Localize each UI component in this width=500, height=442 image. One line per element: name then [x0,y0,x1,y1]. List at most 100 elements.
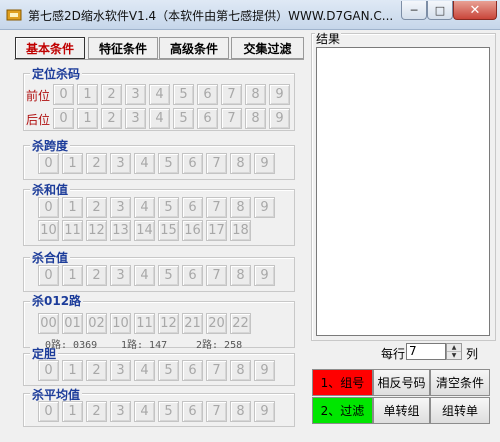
front-digit-button-2[interactable]: 2 [101,84,122,105]
single-to-group-button[interactable]: 单转组 [373,397,430,424]
avg-digit-button-2[interactable]: 2 [86,401,107,422]
front-digit-button-3[interactable]: 3 [125,84,146,105]
road-combo-button-4[interactable]: 11 [134,313,155,334]
span-digit-button-9[interactable]: 9 [254,153,275,174]
sum-digit2-button-6[interactable]: 16 [182,220,203,241]
avg-digit-button-3[interactable]: 3 [110,401,131,422]
road-combo-button-5[interactable]: 12 [158,313,179,334]
spin-up-icon[interactable]: ▲ [447,344,461,352]
sum-digit2-button-7[interactable]: 17 [206,220,227,241]
back-digit-button-7[interactable]: 7 [221,108,242,129]
combined-digit-button-0[interactable]: 0 [38,265,59,286]
sum-digit-button-7[interactable]: 7 [206,197,227,218]
front-digit-button-7[interactable]: 7 [221,84,242,105]
back-digit-button-2[interactable]: 2 [101,108,122,129]
sum-digit-button-3[interactable]: 3 [110,197,131,218]
road-combo-button-6[interactable]: 21 [182,313,203,334]
combined-digit-button-7[interactable]: 7 [206,265,227,286]
combined-digit-button-5[interactable]: 5 [158,265,179,286]
filter-button[interactable]: 2、过滤 [312,397,373,424]
tab-feature-conditions[interactable]: 特征条件 [88,37,158,59]
span-digit-button-1[interactable]: 1 [62,153,83,174]
combined-digit-button-8[interactable]: 8 [230,265,251,286]
avg-digit-button-5[interactable]: 5 [158,401,179,422]
road-combo-button-3[interactable]: 10 [110,313,131,334]
group-to-single-button[interactable]: 组转单 [430,397,490,424]
avg-digit-button-7[interactable]: 7 [206,401,227,422]
road-combo-button-1[interactable]: 01 [62,313,83,334]
back-digit-button-1[interactable]: 1 [77,108,98,129]
sum-digit2-button-4[interactable]: 14 [134,220,155,241]
span-digit-button-6[interactable]: 6 [182,153,203,174]
avg-digit-button-4[interactable]: 4 [134,401,155,422]
front-digit-button-6[interactable]: 6 [197,84,218,105]
reverse-number-button[interactable]: 相反号码 [373,369,430,396]
fixed-gall-digit-button-5[interactable]: 5 [158,360,179,381]
tab-intersection-filter[interactable]: 交集过滤 [231,37,304,59]
fixed-gall-digit-button-2[interactable]: 2 [86,360,107,381]
front-digit-button-1[interactable]: 1 [77,84,98,105]
span-digit-button-3[interactable]: 3 [110,153,131,174]
span-digit-button-0[interactable]: 0 [38,153,59,174]
avg-digit-button-1[interactable]: 1 [62,401,83,422]
tab-basic-conditions[interactable]: 基本条件 [15,37,85,59]
back-digit-button-5[interactable]: 5 [173,108,194,129]
fixed-gall-digit-button-7[interactable]: 7 [206,360,227,381]
avg-digit-button-0[interactable]: 0 [38,401,59,422]
spin-down-icon[interactable]: ▼ [447,352,461,360]
span-digit-button-4[interactable]: 4 [134,153,155,174]
back-digit-button-4[interactable]: 4 [149,108,170,129]
sum-digit-button-4[interactable]: 4 [134,197,155,218]
avg-digit-button-9[interactable]: 9 [254,401,275,422]
back-digit-button-8[interactable]: 8 [245,108,266,129]
span-digit-button-7[interactable]: 7 [206,153,227,174]
span-digit-button-2[interactable]: 2 [86,153,107,174]
front-digit-button-8[interactable]: 8 [245,84,266,105]
sum-digit-button-2[interactable]: 2 [86,197,107,218]
span-digit-button-5[interactable]: 5 [158,153,179,174]
sum-digit-button-5[interactable]: 5 [158,197,179,218]
combined-digit-button-2[interactable]: 2 [86,265,107,286]
minimize-button[interactable]: ─ [401,1,427,20]
road-combo-button-7[interactable]: 20 [206,313,227,334]
fixed-gall-digit-button-8[interactable]: 8 [230,360,251,381]
combined-digit-button-3[interactable]: 3 [110,265,131,286]
sum-digit2-button-2[interactable]: 12 [86,220,107,241]
sum-digit2-button-8[interactable]: 18 [230,220,251,241]
sum-digit-button-0[interactable]: 0 [38,197,59,218]
fixed-gall-digit-button-3[interactable]: 3 [110,360,131,381]
maximize-button[interactable]: □ [427,1,453,20]
fixed-gall-digit-button-4[interactable]: 4 [134,360,155,381]
sum-digit-button-8[interactable]: 8 [230,197,251,218]
span-digit-button-8[interactable]: 8 [230,153,251,174]
front-digit-button-5[interactable]: 5 [173,84,194,105]
group-number-button[interactable]: 1、组号 [312,369,373,396]
sum-digit2-button-1[interactable]: 11 [62,220,83,241]
front-digit-button-4[interactable]: 4 [149,84,170,105]
results-list[interactable] [316,47,490,336]
front-digit-button-0[interactable]: 0 [53,84,74,105]
per-row-spinner[interactable]: ▲ ▼ [446,343,462,360]
road-combo-button-0[interactable]: 00 [38,313,59,334]
combined-digit-button-9[interactable]: 9 [254,265,275,286]
back-digit-button-3[interactable]: 3 [125,108,146,129]
combined-digit-button-6[interactable]: 6 [182,265,203,286]
close-button[interactable]: ✕ [453,1,497,20]
sum-digit-button-6[interactable]: 6 [182,197,203,218]
back-digit-button-9[interactable]: 9 [269,108,290,129]
sum-digit2-button-5[interactable]: 15 [158,220,179,241]
sum-digit-button-9[interactable]: 9 [254,197,275,218]
front-digit-button-9[interactable]: 9 [269,84,290,105]
avg-digit-button-8[interactable]: 8 [230,401,251,422]
road-combo-button-8[interactable]: 22 [230,313,251,334]
combined-digit-button-4[interactable]: 4 [134,265,155,286]
road-combo-button-2[interactable]: 02 [86,313,107,334]
sum-digit2-button-3[interactable]: 13 [110,220,131,241]
sum-digit2-button-0[interactable]: 10 [38,220,59,241]
avg-digit-button-6[interactable]: 6 [182,401,203,422]
combined-digit-button-1[interactable]: 1 [62,265,83,286]
tab-advanced-conditions[interactable]: 高级条件 [159,37,229,59]
back-digit-button-6[interactable]: 6 [197,108,218,129]
fixed-gall-digit-button-9[interactable]: 9 [254,360,275,381]
fixed-gall-digit-button-6[interactable]: 6 [182,360,203,381]
